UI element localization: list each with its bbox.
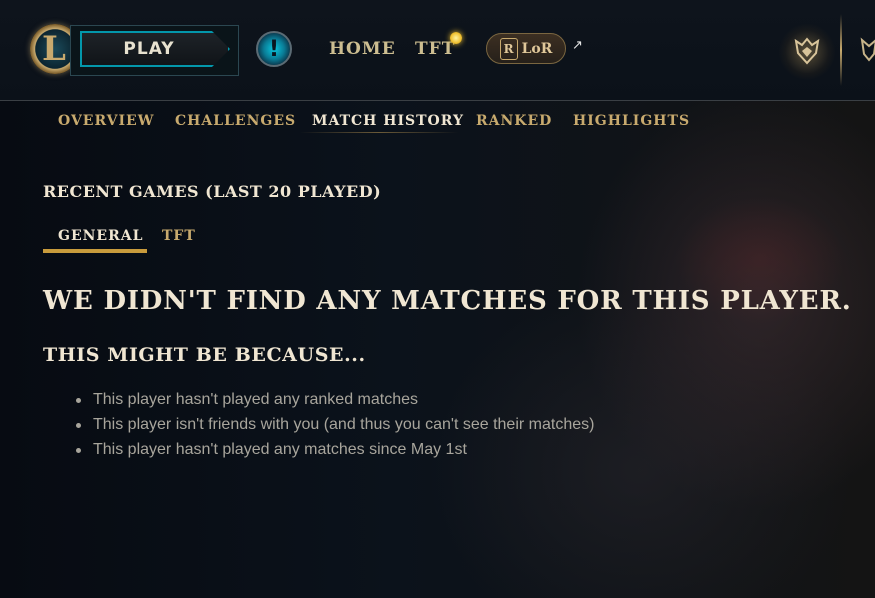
reason-text: This player hasn't played any matches si… <box>93 441 467 458</box>
tab-highlights[interactable]: HIGHLIGHTS <box>573 113 690 129</box>
tab-match-history[interactable]: MATCH HISTORY <box>312 113 464 129</box>
top-navigation-bar: L PLAY ! HOME TFT R LoR ↗ <box>0 0 875 101</box>
ranked-crest-svg <box>860 37 875 62</box>
tab-overview[interactable]: OVERVIEW <box>58 113 154 129</box>
section-title: RECENT GAMES (LAST 20 PLAYED) <box>43 182 382 201</box>
reason-list: This player hasn't played any ranked mat… <box>76 389 594 464</box>
alert-icon[interactable]: ! <box>256 31 292 67</box>
lor-button[interactable]: R LoR <box>486 33 566 64</box>
league-logo-letter: L <box>42 29 66 69</box>
reason-text: This player hasn't played any ranked mat… <box>93 391 419 408</box>
empty-state-headline: WE DIDN'T FIND ANY MATCHES FOR THIS PLAY… <box>43 286 852 316</box>
bullet-icon <box>76 448 81 453</box>
header-divider <box>840 14 842 86</box>
tab-ranked[interactable]: RANKED <box>476 113 552 129</box>
play-button-label: PLAY <box>123 39 175 59</box>
bullet-icon <box>76 423 81 428</box>
clash-trophy-icon[interactable] <box>779 24 835 80</box>
lor-label: LoR <box>521 40 553 57</box>
tab-challenges[interactable]: CHALLENGES <box>175 113 296 129</box>
list-item: This player isn't friends with you (and … <box>76 414 594 439</box>
nav-home-link[interactable]: HOME <box>329 39 396 59</box>
external-link-icon: ↗ <box>572 38 583 53</box>
play-button[interactable]: PLAY <box>80 31 230 67</box>
notification-dot-icon <box>450 32 462 44</box>
alert-glyph: ! <box>268 36 280 62</box>
list-item: This player hasn't played any matches si… <box>76 439 594 464</box>
nav-tft-link[interactable]: TFT <box>415 39 455 59</box>
list-item: This player hasn't played any ranked mat… <box>76 389 594 414</box>
reason-heading: THIS MIGHT BE BECAUSE... <box>43 344 366 366</box>
mode-tab-tft[interactable]: TFT <box>162 228 196 244</box>
reason-text: This player isn't friends with you (and … <box>93 416 595 433</box>
bullet-icon <box>76 398 81 403</box>
active-tab-underline <box>300 132 458 133</box>
ranked-crest-icon[interactable] <box>858 36 875 64</box>
mode-tab-general[interactable]: GENERAL <box>58 228 143 244</box>
lor-icon: R <box>499 37 518 60</box>
mode-tab-underline <box>43 249 147 253</box>
clash-trophy-svg <box>794 37 820 65</box>
profile-subnav: OVERVIEW CHALLENGES MATCH HISTORY RANKED… <box>0 113 875 139</box>
